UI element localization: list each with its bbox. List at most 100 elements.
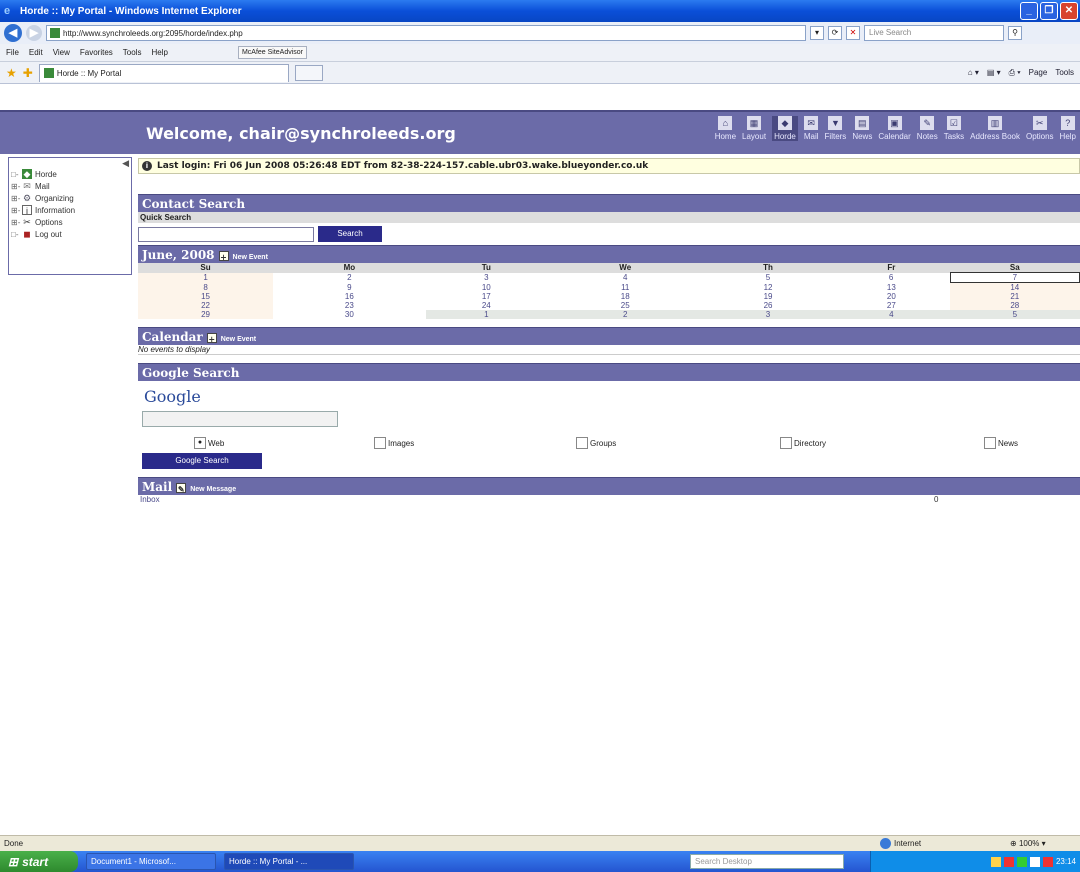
feeds-icon[interactable]: ▤ ▾ xyxy=(987,68,1001,78)
address-dropdown-button[interactable]: ▾ xyxy=(810,26,824,40)
calendar-day-cell[interactable]: 28 xyxy=(950,301,1080,310)
nav-help[interactable]: ? Help xyxy=(1060,116,1076,141)
start-button[interactable]: ⊞ start xyxy=(0,851,78,872)
calendar-day-cell[interactable]: 3 xyxy=(703,310,833,319)
home-icon[interactable]: ⌂ ▾ xyxy=(968,68,979,78)
nav-notes[interactable]: ✎ Notes xyxy=(917,116,938,141)
refresh-button[interactable]: ⟳ xyxy=(828,26,842,40)
radio-news-control[interactable] xyxy=(984,437,996,449)
collapse-sidebar-icon[interactable]: ◀ xyxy=(122,158,129,169)
security-zone[interactable]: Internet xyxy=(880,838,921,849)
stop-button[interactable]: ✕ xyxy=(846,26,860,40)
menu-edit[interactable]: Edit xyxy=(29,48,43,57)
calendar-day-cell[interactable]: 3 xyxy=(426,273,547,283)
calendar-day-cell[interactable]: 18 xyxy=(547,292,704,301)
calendar-day-cell[interactable]: 30 xyxy=(273,310,426,319)
menu-tools[interactable]: Tools xyxy=(123,48,142,57)
sidebar-item-options[interactable]: ⊞- ✂ Options xyxy=(9,216,131,228)
taskbar-item-ie[interactable]: Horde :: My Portal - ... xyxy=(224,853,354,870)
back-button[interactable]: ◀ xyxy=(4,24,22,42)
radio-images-control[interactable] xyxy=(374,437,386,449)
new-event-icon[interactable]: + xyxy=(206,332,217,344)
google-search-button[interactable]: Google Search xyxy=(142,453,262,469)
tray-icon[interactable] xyxy=(1042,856,1053,867)
new-message-icon[interactable]: ✎ xyxy=(176,482,187,494)
sidebar-item-logout[interactable]: □- ◼ Log out xyxy=(9,228,131,240)
nav-filters[interactable]: ▼ Filters xyxy=(825,116,846,141)
new-tab-button[interactable] xyxy=(294,64,323,81)
radio-web-control[interactable]: ● xyxy=(194,437,206,449)
desktop-search-input[interactable]: Search Desktop xyxy=(690,854,844,869)
calendar-day-cell[interactable]: 27 xyxy=(833,301,951,310)
nav-address-book[interactable]: ▥ Address Book xyxy=(970,116,1020,141)
menu-favorites[interactable]: Favorites xyxy=(80,48,113,57)
menu-view[interactable]: View xyxy=(53,48,70,57)
minimize-button[interactable]: _ xyxy=(1020,2,1038,20)
calendar-day-cell[interactable]: 26 xyxy=(703,301,832,310)
print-icon[interactable]: ⎙ ▾ xyxy=(1009,68,1021,78)
search-icon[interactable]: ⚲ xyxy=(1008,26,1022,40)
add-favorites-icon[interactable]: ✚ xyxy=(23,66,33,80)
tray-icon[interactable] xyxy=(990,856,1001,867)
forward-button[interactable]: ▶ xyxy=(26,25,42,41)
new-event-icon[interactable]: + xyxy=(218,250,229,262)
calendar-day-cell[interactable]: 15 xyxy=(138,292,274,301)
nav-home[interactable]: ⌂ Home xyxy=(715,116,736,141)
new-message-link[interactable]: New Message xyxy=(190,486,236,493)
nav-horde[interactable]: ◆ Horde xyxy=(772,116,798,141)
favorites-star-icon[interactable]: ★ xyxy=(6,66,17,80)
calendar-day-cell[interactable]: 5 xyxy=(950,310,1080,319)
month-title[interactable]: June, 2008 xyxy=(142,248,215,262)
live-search-input[interactable]: Live Search xyxy=(864,25,1004,41)
close-button[interactable]: ✕ xyxy=(1060,2,1078,20)
tab-horde-portal[interactable]: Horde :: My Portal xyxy=(38,63,289,82)
radio-web[interactable]: ● Web xyxy=(194,437,374,449)
sidebar-item-information[interactable]: ⊞- i Information xyxy=(9,204,131,216)
calendar-day-cell[interactable]: 19 xyxy=(703,292,832,301)
new-event-link[interactable]: New Event xyxy=(233,254,268,261)
calendar-day-cell[interactable]: 5 xyxy=(703,273,832,283)
nav-calendar[interactable]: ▣ Calendar xyxy=(878,116,911,141)
calendar-day-cell[interactable]: 29 xyxy=(138,310,274,319)
calendar-title[interactable]: Calendar xyxy=(142,330,203,344)
calendar-day-cell[interactable]: 13 xyxy=(833,283,951,293)
radio-groups[interactable]: Groups xyxy=(576,437,780,449)
nav-layout[interactable]: ▦ Layout xyxy=(742,116,766,141)
zoom-level[interactable]: ⊕ 100% ▾ xyxy=(1010,839,1046,848)
calendar-day-cell[interactable]: 9 xyxy=(273,283,426,293)
radio-images[interactable]: Images xyxy=(374,437,576,449)
sidebar-item-organizing[interactable]: ⊞- ⚙ Organizing xyxy=(9,192,131,204)
address-field[interactable]: http://www.synchroleeds.org:2095/horde/i… xyxy=(46,25,806,41)
restore-button[interactable]: ❐ xyxy=(1040,2,1058,20)
calendar-day-cell[interactable]: 1 xyxy=(138,272,274,283)
calendar-day-cell[interactable]: 7 xyxy=(949,272,1080,283)
mcafee-siteadvisor-button[interactable]: McAfee SiteAdvisor xyxy=(237,46,308,59)
radio-groups-control[interactable] xyxy=(576,437,588,449)
calendar-day-cell[interactable]: 12 xyxy=(703,283,832,293)
nav-options[interactable]: ✂ Options xyxy=(1026,116,1054,141)
calendar-day-cell[interactable]: 16 xyxy=(273,292,426,301)
calendar-day-cell[interactable]: 1 xyxy=(425,310,547,319)
calendar-day-cell[interactable]: 24 xyxy=(426,301,547,310)
sidebar-item-mail[interactable]: ⊞- ✉ Mail xyxy=(9,180,131,192)
google-search-input[interactable] xyxy=(142,411,338,427)
radio-directory[interactable]: Directory xyxy=(780,437,984,449)
nav-news[interactable]: ▤ News xyxy=(852,116,872,141)
calendar-day-cell[interactable]: 8 xyxy=(138,282,274,292)
radio-news[interactable]: News xyxy=(984,437,1018,449)
calendar-day-cell[interactable]: 2 xyxy=(546,310,704,319)
page-menu[interactable]: Page xyxy=(1029,68,1048,78)
calendar-day-cell[interactable]: 10 xyxy=(426,283,547,293)
calendar-day-cell[interactable]: 20 xyxy=(833,292,951,301)
calendar-day-cell[interactable]: 22 xyxy=(138,301,274,310)
nav-tasks[interactable]: ☑ Tasks xyxy=(944,116,964,141)
tools-menu[interactable]: Tools xyxy=(1055,68,1074,78)
calendar-day-cell[interactable]: 23 xyxy=(273,301,426,310)
taskbar-item-word[interactable]: Document1 - Microsof... xyxy=(86,853,216,870)
mail-title[interactable]: Mail xyxy=(142,480,172,494)
calendar-day-cell[interactable]: 4 xyxy=(832,310,951,319)
calendar-day-cell[interactable]: 17 xyxy=(426,292,547,301)
tray-icon[interactable] xyxy=(1016,856,1027,867)
sidebar-item-horde[interactable]: □- ◆ Horde xyxy=(9,168,131,180)
menu-file[interactable]: File xyxy=(6,48,19,57)
